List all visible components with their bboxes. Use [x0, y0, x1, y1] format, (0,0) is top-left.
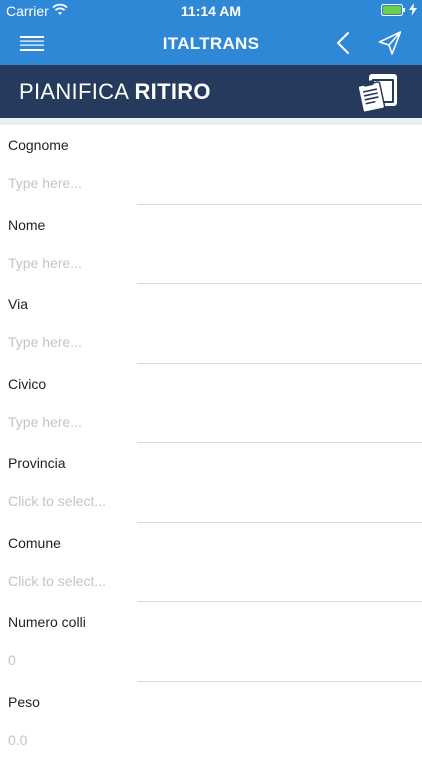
civico-input[interactable] [8, 411, 408, 433]
nome-label: Nome [8, 217, 45, 233]
section-header: PIANIFICA RITIRO [0, 65, 422, 118]
section-title: PIANIFICA RITIRO [19, 79, 211, 105]
numero-colli-label: Numero colli [8, 614, 86, 630]
comune-label: Comune [8, 535, 61, 551]
field-comune: Comune Click to select... [0, 523, 422, 603]
peso-input[interactable]: 0.0 [8, 732, 27, 748]
field-peso: Peso 0.0 [0, 682, 422, 761]
cognome-input[interactable] [8, 172, 408, 194]
field-via: Via [0, 284, 422, 364]
field-cognome: Cognome [0, 125, 422, 205]
navigation-bar: ITALTRANS [0, 22, 422, 65]
header-separator [0, 118, 422, 125]
send-icon[interactable] [378, 30, 402, 56]
status-time: 11:14 AM [0, 3, 422, 19]
field-provincia: Provincia Click to select... [0, 443, 422, 523]
app-title: ITALTRANS [0, 34, 422, 54]
cognome-label: Cognome [8, 137, 69, 153]
status-bar: Carrier 11:14 AM [0, 0, 422, 22]
civico-label: Civico [8, 376, 46, 392]
field-nome: Nome [0, 205, 422, 285]
comune-select[interactable]: Click to select... [8, 573, 106, 589]
via-label: Via [8, 296, 28, 312]
provincia-label: Provincia [8, 455, 66, 471]
field-numero-colli: Numero colli 0 [0, 602, 422, 682]
pickup-form: Cognome Nome Via Civico Provincia Click … [0, 125, 422, 761]
clipboard-icon [357, 71, 399, 113]
back-chevron-icon[interactable] [336, 31, 350, 55]
nome-input[interactable] [8, 252, 408, 274]
battery-icon [381, 4, 405, 16]
via-input[interactable] [8, 331, 408, 353]
section-title-bold: RITIRO [134, 79, 210, 104]
numero-colli-input[interactable]: 0 [8, 652, 16, 668]
provincia-select[interactable]: Click to select... [8, 493, 106, 509]
field-civico: Civico [0, 364, 422, 444]
section-title-light: PIANIFICA [19, 79, 128, 104]
peso-label: Peso [8, 694, 40, 710]
charging-bolt-icon [409, 3, 417, 16]
